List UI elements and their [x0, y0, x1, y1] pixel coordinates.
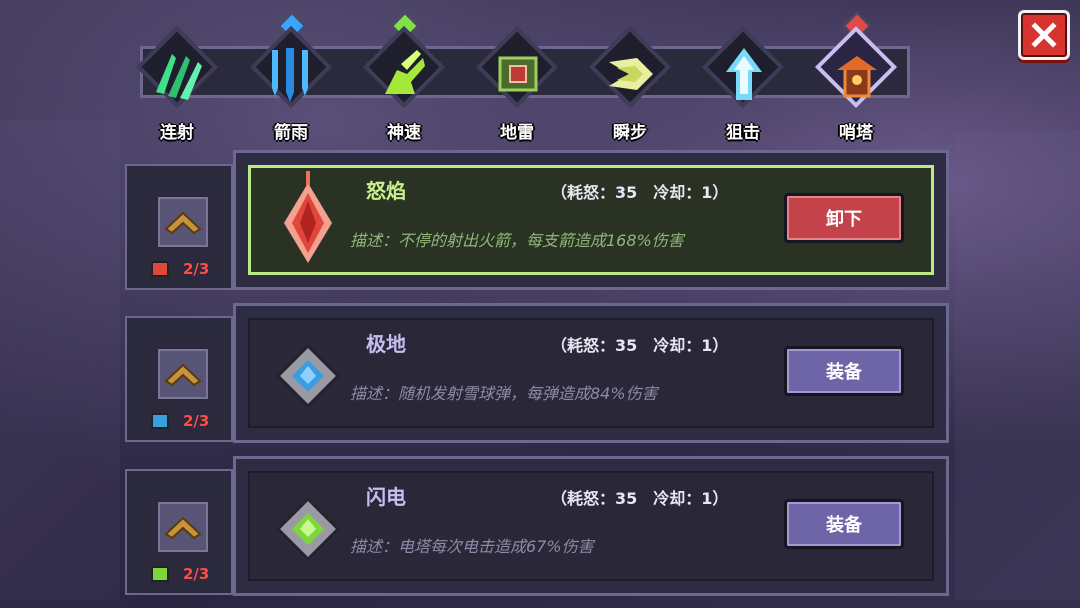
upgrade-button[interactable]: [155, 346, 211, 402]
skill-description: 描述：电塔每次电击造成67%伤害: [350, 537, 594, 556]
level-panel: 2/3: [125, 316, 233, 442]
upgrade-button[interactable]: [155, 499, 211, 555]
tab-skill-2[interactable]: 箭雨: [244, 11, 344, 143]
orange-turret-icon: [837, 56, 877, 98]
tab-label: 狙击: [726, 123, 760, 143]
unequip-button[interactable]: 卸下: [784, 193, 904, 243]
tab-label: 哨塔: [839, 123, 873, 143]
skill-cost: （耗怒：35 冷却：1）: [551, 489, 729, 508]
tab-label: 瞬步: [613, 123, 647, 143]
yellow-dash-icon: [609, 58, 653, 90]
ice-gem-icon: [275, 343, 341, 409]
level-text: 2/3: [183, 260, 210, 278]
green-claw-icon: [156, 54, 202, 100]
chevron-up-icon: [164, 363, 202, 387]
tab-label: 连射: [160, 123, 194, 143]
skill-cost: （耗怒：35 冷却：1）: [551, 336, 729, 355]
tab-label: 箭雨: [274, 123, 308, 143]
background-tile: [955, 130, 1080, 600]
level-panel: 2/3: [125, 164, 233, 290]
level-text: 2/3: [183, 412, 210, 430]
skill-description: 描述：不停的射出火箭，每支箭造成168%伤害: [350, 231, 684, 250]
tab-label: 神速: [387, 123, 421, 143]
tab-skill-5[interactable]: 瞬步: [583, 25, 683, 143]
lightning-gem-icon: [275, 496, 341, 562]
close-icon: [1031, 22, 1057, 48]
tab-skill-7[interactable]: 哨塔: [809, 11, 909, 143]
green-wing-boot-icon: [385, 50, 425, 94]
blue-chest-icon: [151, 413, 169, 429]
tab-skill-6[interactable]: 狙击: [696, 25, 796, 143]
blue-arrow-rain-icon: [272, 48, 308, 102]
equip-button[interactable]: 装备: [784, 499, 904, 549]
green-mine-icon: [498, 56, 538, 92]
chevron-up-icon: [164, 516, 202, 540]
blue-arrow-icon: [726, 48, 762, 100]
green-chest-icon: [151, 566, 169, 582]
skill-card: 怒焰 （耗怒：35 冷却：1） 描述：不停的射出火箭，每支箭造成168%伤害 卸…: [233, 150, 949, 290]
tab-skill-4[interactable]: 地雷: [470, 25, 570, 143]
red-chest-icon: [151, 261, 169, 277]
tab-label: 地雷: [500, 123, 534, 143]
upgrade-button[interactable]: [155, 194, 211, 250]
skill-cost: （耗怒：35 冷却：1）: [551, 183, 729, 202]
close-button[interactable]: [1018, 10, 1070, 60]
skill-name: 怒焰: [366, 179, 406, 203]
fire-gem-icon: [284, 171, 332, 263]
tab-skill-3[interactable]: 神速: [357, 11, 457, 143]
chevron-up-icon: [164, 211, 202, 235]
background-tile: [0, 120, 120, 600]
tab-skill-1[interactable]: 连射: [130, 25, 230, 143]
equip-button[interactable]: 装备: [784, 346, 904, 396]
skill-description: 描述：随机发射雪球弹，每弹造成84%伤害: [350, 384, 658, 403]
skill-name: 极地: [366, 332, 406, 356]
skill-card: 闪电 （耗怒：35 冷却：1） 描述：电塔每次电击造成67%伤害 装备: [233, 456, 949, 596]
skill-card: 极地 （耗怒：35 冷却：1） 描述：随机发射雪球弹，每弹造成84%伤害 装备: [233, 303, 949, 443]
skill-name: 闪电: [366, 485, 406, 509]
level-panel: 2/3: [125, 469, 233, 595]
level-text: 2/3: [183, 565, 210, 583]
